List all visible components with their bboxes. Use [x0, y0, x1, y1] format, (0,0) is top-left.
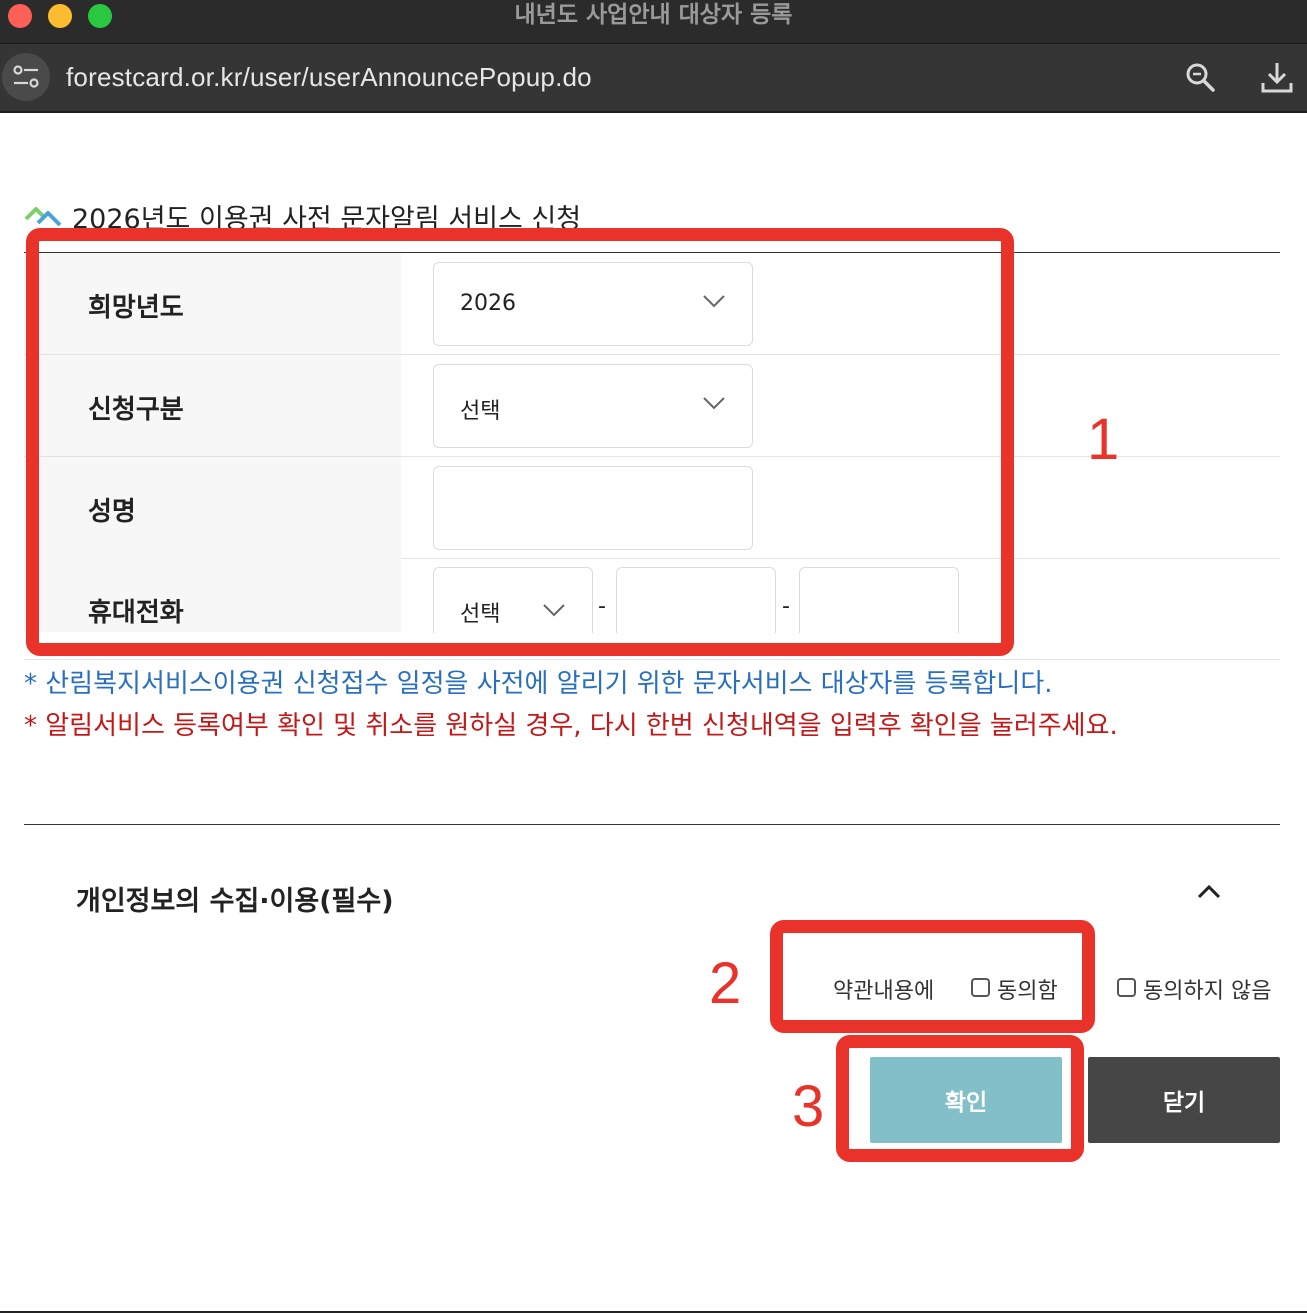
zoom-icon[interactable]: [1184, 61, 1216, 93]
window-title: 내년도 사업안내 대상자 등록: [514, 2, 793, 28]
row-label: 신청구분: [88, 395, 184, 425]
notice-warning: * 알림서비스 등록여부 확인 및 취소를 원하실 경우, 다시 한번 신청내역…: [24, 711, 1118, 741]
chevron-up-icon[interactable]: [1196, 882, 1222, 900]
year-select-value: 2026: [460, 291, 516, 316]
close-button[interactable]: 닫기: [1088, 1057, 1280, 1143]
section-divider: [24, 824, 1280, 825]
agree-prefix-label: 약관내용에: [833, 979, 935, 1004]
year-select[interactable]: 2026: [433, 262, 753, 346]
table-bottom-line: [24, 659, 1280, 660]
confirm-button[interactable]: 확인: [870, 1057, 1062, 1143]
label-cell: 신청구분: [24, 355, 401, 456]
privacy-section-title: 개인정보의 수집·이용(필수): [76, 886, 394, 917]
chevron-down-icon: [543, 604, 565, 617]
download-icon[interactable]: [1260, 60, 1294, 94]
application-type-value: 선택: [460, 399, 501, 424]
annotation-label-2: 2: [709, 951, 742, 1016]
notice-info: * 산림복지서비스이용권 신청접수 일정을 사전에 알리기 위한 문자서비스 대…: [24, 669, 1053, 699]
annotation-label-3: 3: [792, 1074, 825, 1139]
row-label: 휴대전화: [88, 598, 184, 628]
window-titlebar: 내년도 사업안내 대상자 등록: [0, 0, 1307, 44]
address-bar: forestcard.or.kr/user/userAnnouncePopup.…: [0, 44, 1307, 113]
phone-prefix-value: 선택: [460, 602, 501, 627]
chevron-down-icon: [703, 397, 725, 410]
disagree-checkbox[interactable]: [1117, 978, 1136, 997]
row-label: 희망년도: [88, 293, 184, 323]
phone-dash: -: [782, 594, 790, 619]
annotation-label-1: 1: [1087, 407, 1120, 472]
label-cell: 희망년도: [24, 253, 401, 354]
disagree-label[interactable]: 동의하지 않음: [1143, 973, 1271, 1005]
agree-label[interactable]: 동의함: [997, 973, 1058, 1005]
phone-middle-input[interactable]: [616, 567, 776, 633]
row-label: 성명: [88, 497, 136, 527]
site-settings-icon[interactable]: [2, 53, 50, 101]
agree-checkbox[interactable]: [971, 978, 990, 997]
phone-dash: -: [598, 594, 606, 619]
label-cell: 성명: [24, 457, 401, 558]
forest-logo-icon: [24, 207, 62, 227]
url-text[interactable]: forestcard.or.kr/user/userAnnouncePopup.…: [66, 62, 592, 93]
phone-prefix-select[interactable]: 선택: [433, 567, 593, 633]
chevron-down-icon: [703, 295, 725, 308]
phone-last-input[interactable]: [799, 567, 959, 633]
label-cell: 휴대전화: [24, 558, 401, 632]
page-title: 2026년도 이용권 사전 문자알림 서비스 신청: [72, 204, 582, 235]
name-input[interactable]: [433, 466, 753, 550]
application-type-select[interactable]: 선택: [433, 364, 753, 448]
